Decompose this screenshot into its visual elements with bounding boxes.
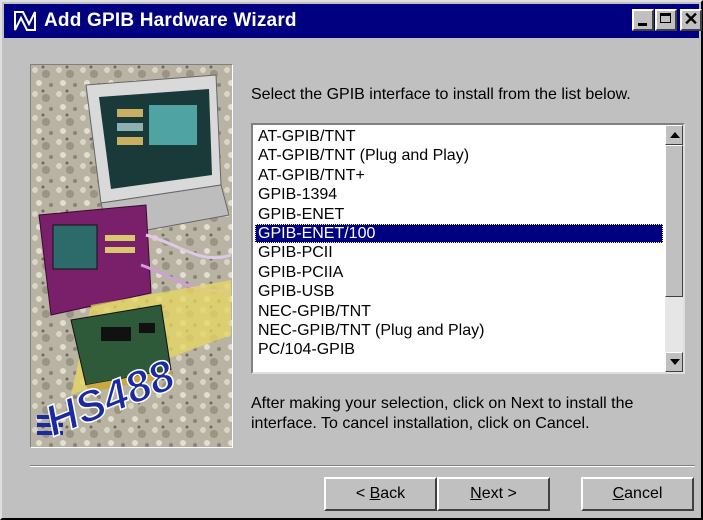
hardware-illustration: HS488 <box>31 65 232 447</box>
next-accel-key: N <box>470 485 482 502</box>
close-icon: ✕ <box>683 9 699 29</box>
interface-listbox[interactable]: AT-GPIB/TNT AT-GPIB/TNT (Plug and Play) AT… <box>251 123 685 374</box>
back-label-pre: < <box>355 485 370 502</box>
title-bar[interactable]: Add GPIB Hardware Wizard ✕ <box>4 4 702 38</box>
list-item[interactable]: PC/104-GPIB <box>255 340 663 359</box>
help-text: After making your selection, click on Ne… <box>251 395 634 432</box>
list-item[interactable]: GPIB-ENET <box>255 205 663 224</box>
minimize-icon <box>638 23 647 26</box>
list-item[interactable]: AT-GPIB/TNT (Plug and Play) <box>255 146 663 165</box>
list-item[interactable]: AT-GPIB/TNT+ <box>255 166 663 185</box>
list-item[interactable]: GPIB-PCIIA <box>255 263 663 282</box>
maximize-button[interactable] <box>655 9 677 31</box>
maximize-icon <box>660 13 671 23</box>
close-button[interactable]: ✕ <box>680 9 702 31</box>
wizard-window: Add GPIB Hardware Wizard ✕ HS488 Select … <box>0 0 703 520</box>
list-item[interactable]: GPIB-ENET/100 <box>255 223 663 244</box>
wizard-illustration: HS488 <box>30 64 233 448</box>
interface-list[interactable]: AT-GPIB/TNT AT-GPIB/TNT (Plug and Play) AT… <box>255 127 663 360</box>
list-item[interactable]: NEC-GPIB/TNT <box>255 302 663 321</box>
scroll-down-button[interactable] <box>665 352 683 372</box>
list-item[interactable]: NEC-GPIB/TNT (Plug and Play) <box>255 321 663 340</box>
instruction-text: Select the GPIB interface to install fro… <box>251 86 631 103</box>
window-title: Add GPIB Hardware Wizard <box>44 10 297 31</box>
list-item[interactable]: GPIB-1394 <box>255 185 663 204</box>
back-label-post: ack <box>380 485 406 502</box>
vertical-scrollbar[interactable] <box>665 125 683 372</box>
list-item[interactable]: AT-GPIB/TNT <box>255 127 663 146</box>
back-accel-key: B <box>369 485 381 502</box>
list-item[interactable]: GPIB-PCII <box>255 243 663 262</box>
scroll-up-button[interactable] <box>665 125 683 145</box>
back-button[interactable]: < Back <box>324 477 437 511</box>
scroll-thumb[interactable] <box>665 145 683 297</box>
arrow-up-icon <box>670 132 680 138</box>
separator <box>30 465 695 467</box>
cancel-accel-key: C <box>612 485 625 502</box>
arrow-down-icon <box>670 359 680 365</box>
ni-logo-icon <box>14 11 36 31</box>
list-item[interactable]: GPIB-USB <box>255 282 663 301</box>
next-button[interactable]: Next > <box>437 477 550 511</box>
cancel-button[interactable]: Cancel <box>581 477 694 511</box>
next-label-post: ext > <box>481 485 517 502</box>
cancel-label-post: ancel <box>624 485 663 502</box>
minimize-button[interactable] <box>632 9 654 31</box>
